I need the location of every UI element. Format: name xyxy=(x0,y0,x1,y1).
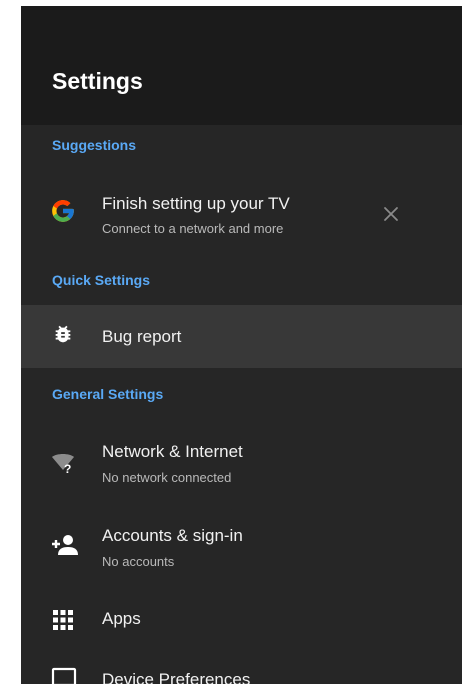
svg-text:?: ? xyxy=(64,462,71,474)
accounts-signin-item[interactable]: Accounts & sign-in No accounts xyxy=(21,510,462,590)
accounts-title: Accounts & sign-in xyxy=(102,526,243,545)
add-person-icon xyxy=(52,535,78,555)
network-internet-item[interactable]: ? Network & Internet No network connecte… xyxy=(21,426,462,506)
tv-icon xyxy=(51,667,77,684)
device-preferences-label: Device Preferences xyxy=(102,670,251,684)
close-icon[interactable] xyxy=(381,204,401,224)
bug-report-label: Bug report xyxy=(102,327,182,346)
network-subtitle: No network connected xyxy=(102,470,232,485)
settings-panel: Settings Suggestions Finish setting up y… xyxy=(21,6,462,684)
suggestion-setup-tv[interactable]: Finish setting up your TV Connect to a n… xyxy=(21,172,462,252)
section-quick-settings: Quick Settings xyxy=(52,272,151,288)
apps-item[interactable]: Apps xyxy=(21,596,462,644)
section-general-settings: General Settings xyxy=(52,386,164,402)
section-suggestions: Suggestions xyxy=(52,137,137,153)
page-title: Settings xyxy=(52,68,143,94)
header: Settings xyxy=(21,6,462,125)
device-preferences-item[interactable]: Device Preferences xyxy=(21,658,462,684)
bug-report-item[interactable]: Bug report xyxy=(21,305,462,368)
google-g-icon xyxy=(52,200,74,222)
accounts-subtitle: No accounts xyxy=(102,554,175,569)
apps-label: Apps xyxy=(102,609,141,628)
bug-icon xyxy=(55,325,71,343)
wifi-question-icon: ? xyxy=(52,454,74,474)
suggestion-title: Finish setting up your TV xyxy=(102,194,290,213)
apps-grid-icon xyxy=(53,610,73,630)
network-title: Network & Internet xyxy=(102,442,243,461)
suggestion-subtitle: Connect to a network and more xyxy=(102,221,284,236)
